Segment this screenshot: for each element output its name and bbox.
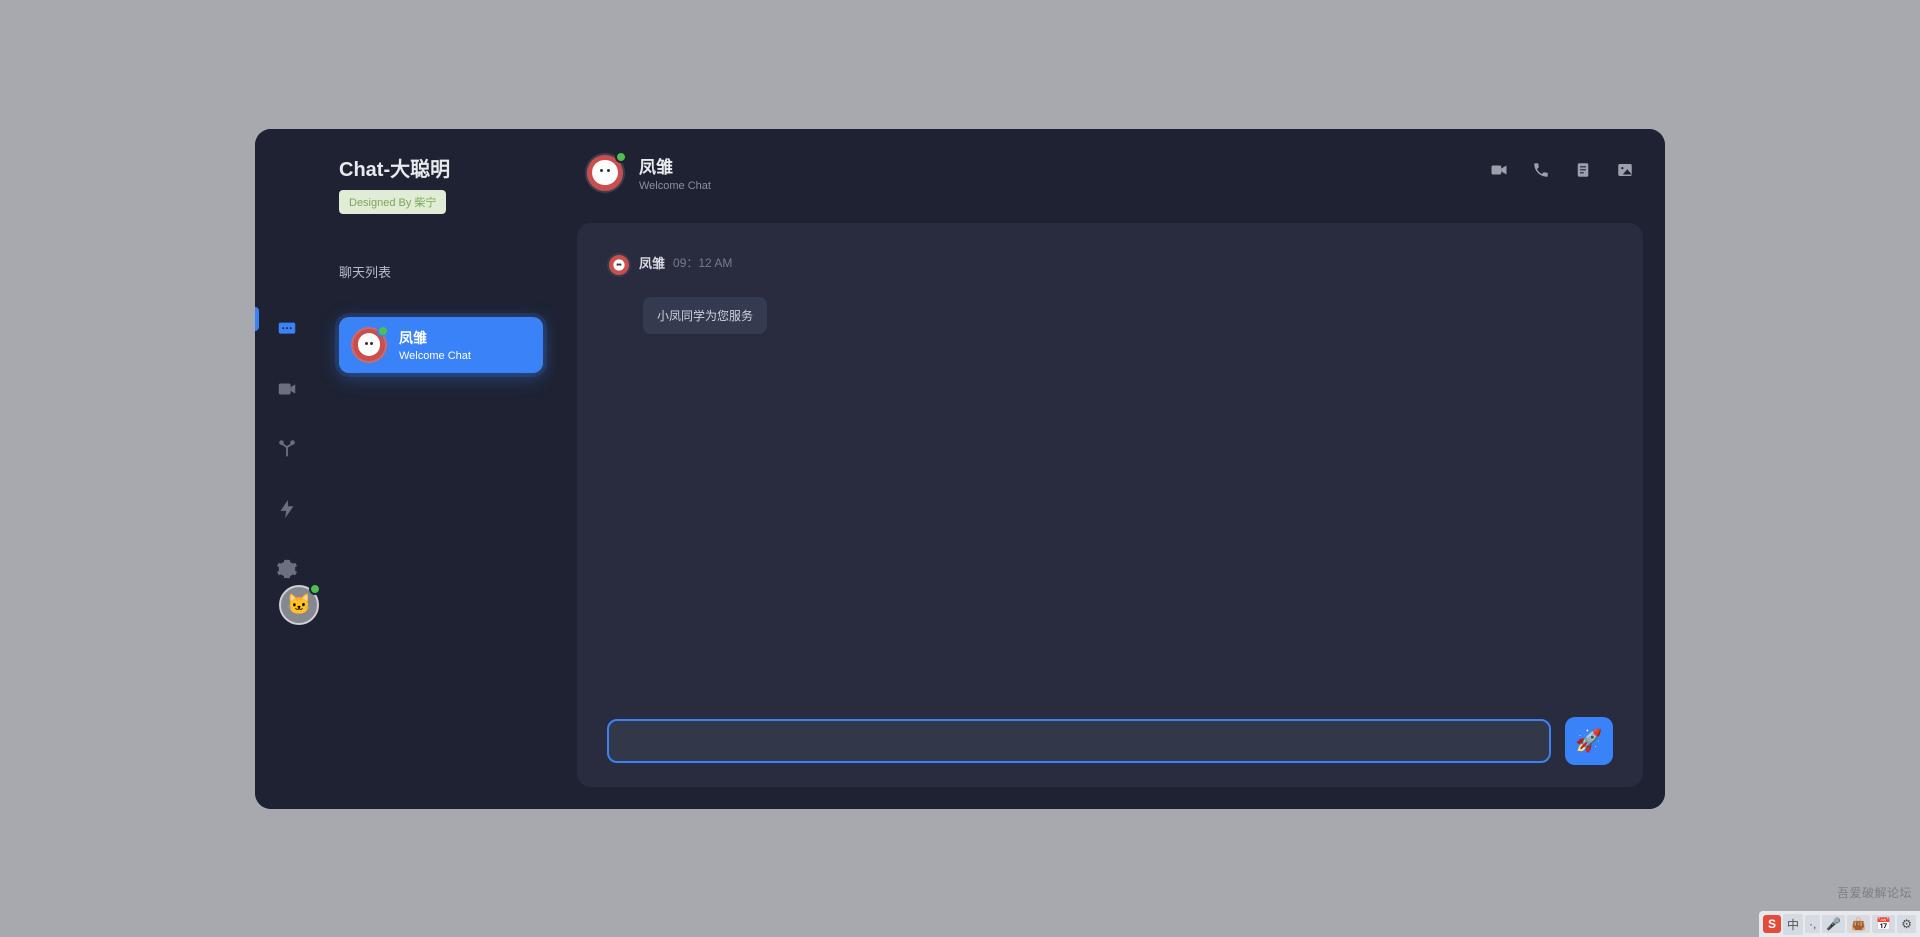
status-online-icon: [615, 151, 627, 163]
message-row: 凤雏 09：12 AM: [607, 253, 1613, 277]
rail-bolt-icon[interactable]: [267, 489, 307, 529]
rocket-icon: 🚀: [1575, 728, 1602, 754]
chat-item-subtitle: Welcome Chat: [399, 350, 471, 362]
watermark-text: 吾爱破解论坛: [1837, 884, 1912, 901]
send-button[interactable]: 🚀: [1565, 717, 1613, 765]
cat-avatar-icon: 🐱: [287, 592, 312, 617]
message-time: 09：12 AM: [673, 254, 732, 271]
phone-call-icon[interactable]: [1531, 161, 1551, 184]
rail-chat-icon[interactable]: [267, 309, 307, 349]
rail-settings-icon[interactable]: [267, 549, 307, 589]
header-avatar[interactable]: [585, 153, 625, 193]
brand-badge: Designed By 柴宁: [339, 190, 446, 214]
chat-item-avatar: [351, 327, 387, 363]
ime-toolbar[interactable]: S 中 ·, 🎤 👜 📅 ⚙: [1759, 911, 1920, 937]
ime-lang[interactable]: 中: [1783, 914, 1803, 935]
video-call-icon[interactable]: [1489, 161, 1509, 184]
image-icon[interactable]: [1615, 161, 1635, 184]
ime-seg[interactable]: ·,: [1805, 915, 1820, 933]
ime-seg[interactable]: ⚙: [1897, 915, 1916, 933]
rail-video-icon[interactable]: [267, 369, 307, 409]
sidebar: Chat-大聪明 Designed By 柴宁 聊天列表 凤雏 Welcome …: [319, 129, 555, 809]
icon-rail: 🐱: [255, 129, 319, 809]
header-name: 凤雏: [639, 153, 711, 178]
chat-list-item[interactable]: 凤雏 Welcome Chat: [339, 317, 543, 373]
chat-item-name: 凤雏: [399, 328, 471, 348]
user-avatar[interactable]: 🐱: [279, 585, 319, 625]
status-online-icon: [377, 325, 389, 337]
chatlist-label: 聊天列表: [339, 262, 543, 281]
brand-title: Chat-大聪明: [339, 153, 543, 182]
header-subtitle: Welcome Chat: [639, 180, 711, 192]
message-sender: 凤雏: [639, 253, 665, 272]
document-icon[interactable]: [1573, 161, 1593, 184]
message-avatar[interactable]: [607, 253, 631, 277]
input-row: 🚀: [607, 717, 1613, 765]
rail-antenna-icon[interactable]: [267, 429, 307, 469]
status-online-icon: [309, 583, 321, 595]
ime-seg[interactable]: 👜: [1847, 915, 1870, 933]
message-bubble: 小凤同学为您服务: [643, 297, 767, 334]
ime-seg[interactable]: 🎤: [1822, 915, 1845, 933]
ime-seg[interactable]: 📅: [1872, 915, 1895, 933]
chat-header: 凤雏 Welcome Chat: [555, 129, 1665, 217]
message-input[interactable]: [607, 719, 1551, 763]
chat-body: 凤雏 09：12 AM 小凤同学为您服务 🚀: [577, 223, 1643, 787]
ime-logo: S: [1763, 915, 1781, 933]
app-window: 🐱 Chat-大聪明 Designed By 柴宁 聊天列表 凤雏 Welcom…: [255, 129, 1665, 809]
rail-active-indicator: [255, 307, 259, 331]
main-panel: 凤雏 Welcome Chat: [555, 129, 1665, 809]
